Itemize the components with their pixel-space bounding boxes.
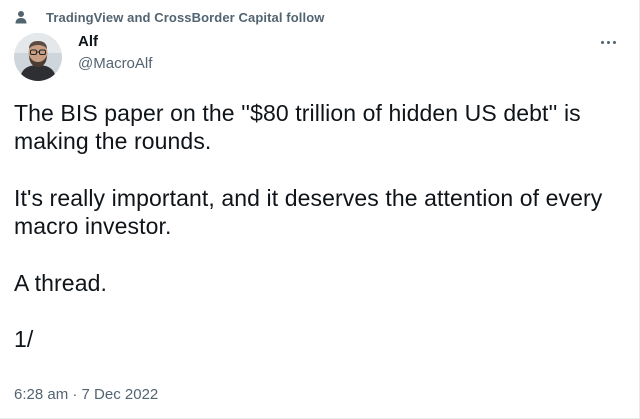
tweet-card: TradingView and CrossBorder Capital foll…: [0, 0, 640, 419]
tweet-text: The BIS paper on the ''$80 trillion of h…: [14, 99, 624, 353]
social-context: TradingView and CrossBorder Capital foll…: [14, 8, 324, 26]
tweet-paragraph: A thread.: [14, 270, 107, 296]
timestamp-time: 6:28 am: [14, 386, 69, 403]
timestamp-separator: ·: [72, 386, 78, 403]
avatar[interactable]: [14, 33, 62, 81]
tweet-paragraph: 1/: [14, 326, 34, 352]
person-icon: [15, 11, 27, 24]
more-options-icon: [600, 40, 604, 44]
more-options-button[interactable]: [596, 34, 620, 50]
tweet-paragraph: The BIS paper on the ''$80 trillion of h…: [14, 100, 581, 154]
author-info: Alf @MacroAlf: [78, 33, 152, 73]
author-name[interactable]: Alf: [78, 33, 152, 51]
author-handle[interactable]: @MacroAlf: [78, 55, 152, 73]
timestamp[interactable]: 6:28 am · 7 Dec 2022: [14, 386, 158, 404]
timestamp-date: 7 Dec 2022: [81, 386, 159, 403]
social-context-text[interactable]: TradingView and CrossBorder Capital foll…: [46, 10, 324, 25]
tweet-paragraph: It's really important, and it deserves t…: [14, 185, 603, 239]
